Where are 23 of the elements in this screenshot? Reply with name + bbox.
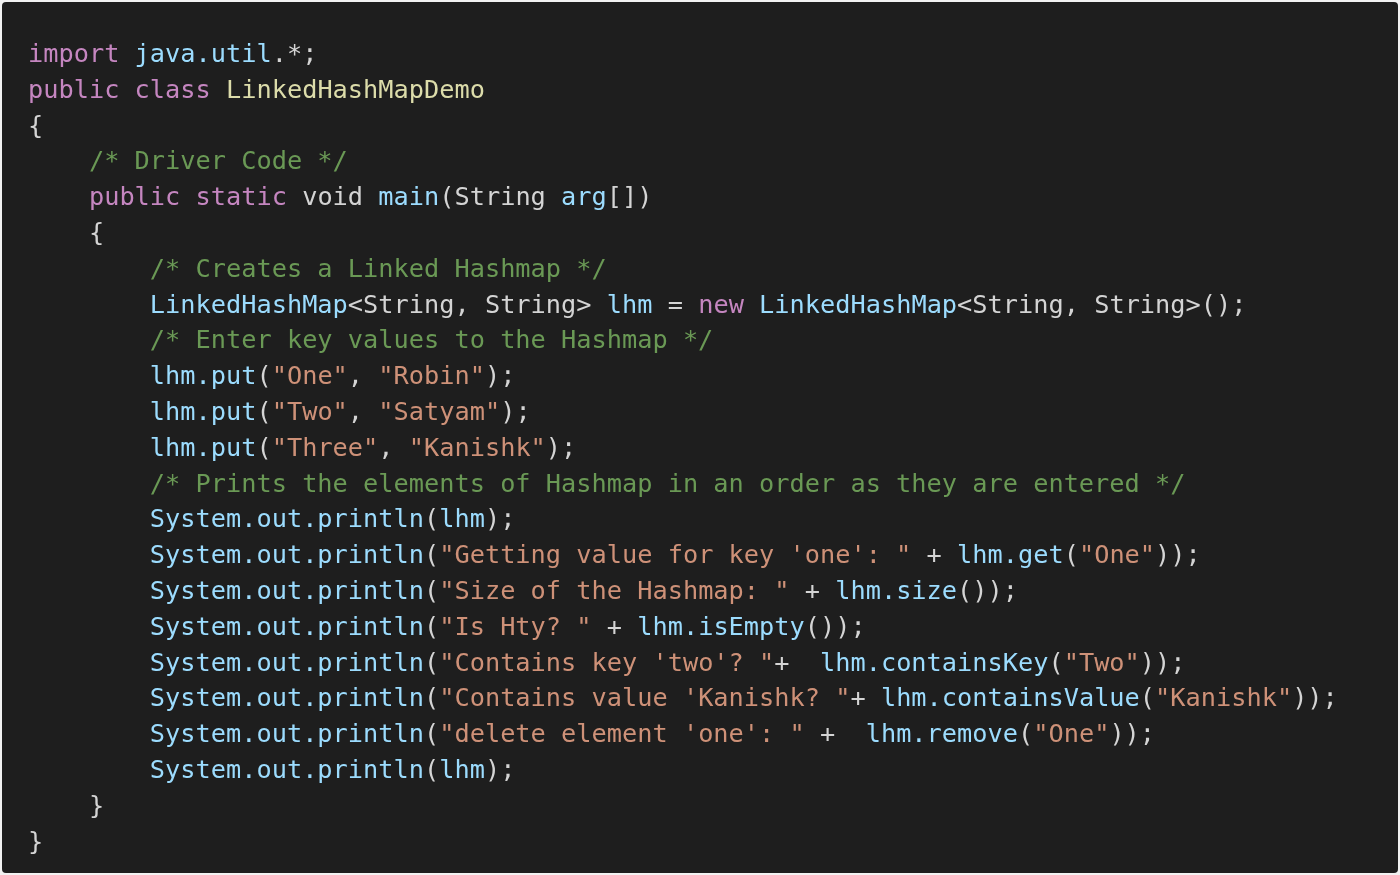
- code-line: lhm.put("Three", "Kanishk");: [148, 431, 577, 464]
- code-line: System.out.println("Is Hty? " + lhm.isEmpty());: [148, 610, 866, 643]
- code-line: System.out.println(lhm);: [148, 503, 516, 536]
- code-line: lhm.put("One", "Robin");: [148, 360, 516, 393]
- code-line: lhm.put("Two", "Satyam");: [148, 395, 531, 428]
- code-line: System.out.println("Contains value 'Kanishk? "+ lhm.containsValue("Kanishk"));: [148, 682, 1338, 715]
- code-line: /* Enter key values to the Hashmap */: [148, 324, 714, 357]
- code-line: System.out.println(lhm);: [148, 753, 516, 786]
- code-line: LinkedHashMap<String, String> lhm = new LinkedHashMap<String, String>();: [148, 288, 1247, 321]
- code-line: System.out.println("Contains key 'two'? "+ lhm.containsKey("Two"));: [148, 646, 1186, 679]
- code-line: {: [28, 109, 44, 142]
- code-line: import java.util.*;: [28, 38, 318, 70]
- code-line: public class LinkedHashMapDemo: [28, 73, 485, 106]
- code-line: /* Driver Code */: [87, 145, 348, 178]
- code-line: /* Prints the elements of Hashmap in an order as they are entered */: [148, 467, 1186, 500]
- code-line: System.out.println("Getting value for key 'one': " + lhm.get("One"));: [148, 539, 1201, 572]
- code-line: }: [87, 789, 105, 822]
- code-line: System.out.println("delete element 'one': " + lhm.remove("One"));: [148, 718, 1156, 751]
- code-line: public static void main(String arg[]): [87, 181, 653, 214]
- code-line: {: [87, 217, 105, 249]
- code-line: /* Creates a Linked Hashmap */: [148, 252, 607, 285]
- code-line: System.out.println("Size of the Hashmap: " + lhm.size());: [148, 574, 1018, 607]
- code-line: }: [28, 825, 44, 858]
